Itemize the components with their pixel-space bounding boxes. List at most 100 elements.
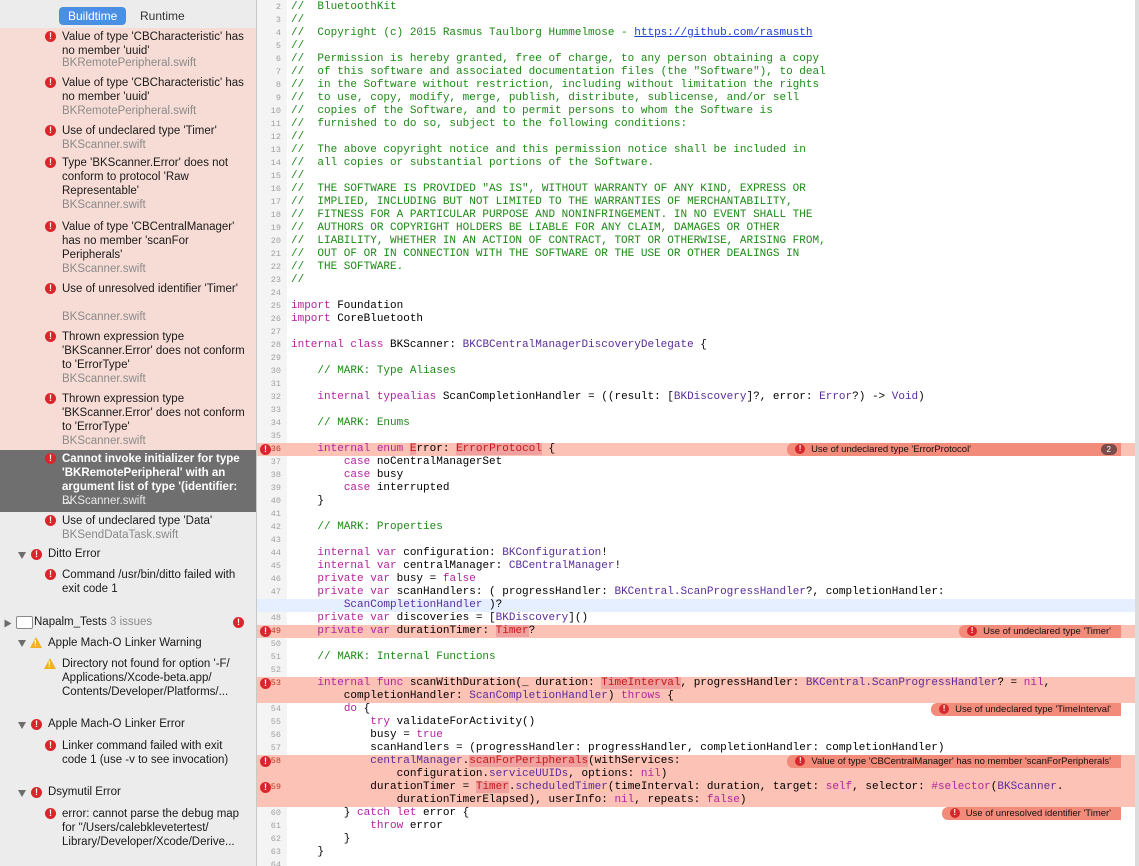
issue-message: Thrown expression type 'BKScanner.Error'… bbox=[62, 393, 245, 433]
code-line[interactable]: ! 49 private var durationTimer: Timer? ! Us… bbox=[257, 625, 1139, 638]
disclosure-triangle-icon[interactable] bbox=[18, 640, 26, 647]
inline-error-annotation[interactable]: ! Value of type 'CBCentralManager' has no… bbox=[787, 755, 1121, 768]
code-line[interactable]: 48 private var discoveries = [BKDiscover… bbox=[257, 612, 1139, 625]
code-line[interactable]: 55 try validateForActivity() bbox=[257, 716, 1139, 729]
issue-item[interactable]: ! Value of type 'CBCentralManager' has no… bbox=[0, 218, 256, 280]
code-line[interactable]: 16 // THE SOFTWARE IS PROVIDED "AS IS", W… bbox=[257, 183, 1139, 196]
issue-item[interactable]: ! Use of unresolved identifier 'Timer' BKS… bbox=[0, 280, 256, 328]
code-line[interactable]: ! 59 durationTimer = Timer.scheduledTimer… bbox=[257, 781, 1139, 794]
disclosure-triangle-icon[interactable] bbox=[18, 722, 26, 729]
code-line[interactable]: 13 // The above copyright notice and this… bbox=[257, 144, 1139, 157]
code-line[interactable]: 19 // AUTHORS OR COPYRIGHT HOLDERS BE LIA… bbox=[257, 222, 1139, 235]
issue-item[interactable]: ! Type 'BKScanner.Error' does not conform… bbox=[0, 154, 256, 218]
issue-item[interactable]: ! Use of undeclared type 'Data' BKSendData… bbox=[0, 512, 256, 541]
code-line[interactable]: 46 private var busy = false bbox=[257, 573, 1139, 586]
code-line[interactable]: ! 58 centralManager.scanForPeripherals(wi… bbox=[257, 755, 1139, 768]
code-line[interactable]: 40 } bbox=[257, 495, 1139, 508]
code-line[interactable]: 57 scanHandlers = (progressHandler: prog… bbox=[257, 742, 1139, 755]
code-line[interactable]: 28 internal class BKScanner: BKCBCentralM… bbox=[257, 339, 1139, 352]
code-line[interactable]: 51 // MARK: Internal Functions bbox=[257, 651, 1139, 664]
code-line[interactable]: 56 busy = true bbox=[257, 729, 1139, 742]
issue-item[interactable]: ! Command /usr/bin/ditto failed with exi… bbox=[0, 566, 256, 600]
code-line[interactable]: 6 // Permission is hereby granted, free o… bbox=[257, 53, 1139, 66]
inline-error-annotation[interactable]: ! Use of undeclared type 'TimeInterval' bbox=[931, 703, 1121, 716]
inline-error-annotation[interactable]: ! Use of undeclared type 'ErrorProtocol' 2 bbox=[787, 443, 1121, 456]
code-line[interactable]: ! 53 internal func scanWithDuration(_ dur… bbox=[257, 677, 1139, 690]
code-line[interactable]: 60 } catch let error {! Use of unresolved… bbox=[257, 807, 1139, 820]
link[interactable]: https://github.com/rasmusth bbox=[634, 27, 812, 39]
issue-item[interactable]: ! Thrown expression type 'BKScanner.Error… bbox=[0, 390, 256, 450]
issue-item[interactable]: ! Thrown expression type 'BKScanner.Error… bbox=[0, 328, 256, 390]
code-line[interactable]: 12 // bbox=[257, 131, 1139, 144]
code-line[interactable]: 24 bbox=[257, 287, 1139, 300]
code-line[interactable]: 25 import Foundation bbox=[257, 300, 1139, 313]
code-line[interactable]: 29 bbox=[257, 352, 1139, 365]
code-line[interactable]: 39 case interrupted bbox=[257, 482, 1139, 495]
code-line[interactable]: 2 // BluetoothKit bbox=[257, 1, 1139, 14]
scrollbar[interactable] bbox=[1135, 0, 1139, 866]
code-line[interactable]: 41 bbox=[257, 508, 1139, 521]
disclosure-triangle-icon[interactable] bbox=[18, 552, 26, 559]
code-line[interactable]: ScanCompletionHandler )? bbox=[257, 599, 1139, 612]
code-text: } catch let error { bbox=[291, 807, 469, 820]
issue-item[interactable]: ! Use of undeclared type 'Timer' BKScanner… bbox=[0, 122, 256, 154]
code-line[interactable]: 27 bbox=[257, 326, 1139, 339]
code-line[interactable]: 11 // furnished to do so, subject to the … bbox=[257, 118, 1139, 131]
tab-runtime[interactable]: Runtime bbox=[131, 7, 194, 25]
code-line[interactable]: 21 // OUT OF OR IN CONNECTION WITH THE SO… bbox=[257, 248, 1139, 261]
code-line[interactable]: 32 internal typealias ScanCompletionHand… bbox=[257, 391, 1139, 404]
inline-error-annotation[interactable]: ! Use of unresolved identifier 'Timer' bbox=[941, 807, 1121, 820]
code-line[interactable]: durationTimerElapsed), userInfo: nil, re… bbox=[257, 794, 1139, 807]
code-line[interactable]: 37 case noCentralManagerSet bbox=[257, 456, 1139, 469]
code-line[interactable]: 7 // of this software and associated docu… bbox=[257, 66, 1139, 79]
code-line[interactable]: 18 // FITNESS FOR A PARTICULAR PURPOSE AN… bbox=[257, 209, 1139, 222]
disclosure-triangle-icon[interactable] bbox=[18, 790, 26, 797]
code-line[interactable]: 14 // all copies or substantial portions … bbox=[257, 157, 1139, 170]
code-line[interactable]: 30 // MARK: Type Aliases bbox=[257, 365, 1139, 378]
issue-item[interactable]: ! Cannot invoke initializer for type 'BKR… bbox=[0, 450, 256, 512]
issue-item[interactable]: ! Value of type 'CBCharacteristic' has no… bbox=[0, 74, 256, 122]
code-line[interactable]: 45 internal var centralManager: CBCentra… bbox=[257, 560, 1139, 573]
code-line[interactable]: configuration.serviceUUIDs, options: nil… bbox=[257, 768, 1139, 781]
disclosure-triangle-icon[interactable] bbox=[4, 619, 12, 628]
code-token: // MARK: Properties bbox=[291, 521, 443, 533]
code-line[interactable]: ! 36 internal enum Error: ErrorProtocol {… bbox=[257, 443, 1139, 456]
code-line[interactable]: 35 bbox=[257, 430, 1139, 443]
code-line[interactable]: 3 // bbox=[257, 14, 1139, 27]
inline-error-annotation[interactable]: ! Use of undeclared type 'Timer' bbox=[959, 625, 1121, 638]
code-line[interactable]: 15 // bbox=[257, 170, 1139, 183]
code-line[interactable]: 54 do {! Use of undeclared type 'TimeInte… bbox=[257, 703, 1139, 716]
issue-item[interactable]: ! Linker command failed with exit code 1… bbox=[0, 738, 256, 772]
code-line[interactable]: 34 // MARK: Enums bbox=[257, 417, 1139, 430]
issue-item[interactable]: ! Directory not found for option '-F/ Ap… bbox=[0, 656, 256, 712]
code-line[interactable]: 23 // bbox=[257, 274, 1139, 287]
code-line[interactable]: 43 bbox=[257, 534, 1139, 547]
code-line[interactable]: completionHandler: ScanCompletionHandler… bbox=[257, 690, 1139, 703]
code-line[interactable]: 47 private var scanHandlers: ( progressH… bbox=[257, 586, 1139, 599]
code-line[interactable]: 42 // MARK: Properties bbox=[257, 521, 1139, 534]
code-line[interactable]: 31 bbox=[257, 378, 1139, 391]
code-line[interactable]: 10 // copies of the Software, and to perm… bbox=[257, 105, 1139, 118]
code-line[interactable]: 52 bbox=[257, 664, 1139, 677]
code-line[interactable]: 44 internal var configuration: BKConfigu… bbox=[257, 547, 1139, 560]
code-line[interactable]: 5 // bbox=[257, 40, 1139, 53]
code-line[interactable]: 50 bbox=[257, 638, 1139, 651]
code-line[interactable]: 4 // Copyright (c) 2015 Rasmus Taulborg H… bbox=[257, 27, 1139, 40]
issue-item[interactable]: ! Value of type 'CBCharacteristic' has no… bbox=[0, 28, 256, 74]
code-line[interactable]: 38 case busy bbox=[257, 469, 1139, 482]
code-line[interactable]: 61 throw error bbox=[257, 820, 1139, 833]
error-count-badge[interactable]: 2 bbox=[1100, 444, 1117, 455]
code-line[interactable]: 20 // LIABILITY, WHETHER IN AN ACTION OF … bbox=[257, 235, 1139, 248]
issue-item[interactable]: ! error: cannot parse the debug map for … bbox=[0, 806, 256, 862]
code-line[interactable]: 22 // THE SOFTWARE. bbox=[257, 261, 1139, 274]
tab-buildtime[interactable]: Buildtime bbox=[59, 7, 127, 25]
code-line[interactable]: 26 import CoreBluetooth bbox=[257, 313, 1139, 326]
code-line[interactable]: 33 bbox=[257, 404, 1139, 417]
code-line[interactable]: 63 } bbox=[257, 846, 1139, 859]
code-line[interactable]: 9 // to use, copy, modify, merge, publish… bbox=[257, 92, 1139, 105]
code-line[interactable]: 64 bbox=[257, 859, 1139, 866]
source-editor[interactable]: 2 // BluetoothKit 3 // 4 // Copyright (c) 201… bbox=[257, 0, 1139, 866]
code-line[interactable]: 62 } bbox=[257, 833, 1139, 846]
code-line[interactable]: 8 // in the Software without restriction,… bbox=[257, 79, 1139, 92]
code-line[interactable]: 17 // IMPLIED, INCLUDING BUT NOT LIMITED … bbox=[257, 196, 1139, 209]
